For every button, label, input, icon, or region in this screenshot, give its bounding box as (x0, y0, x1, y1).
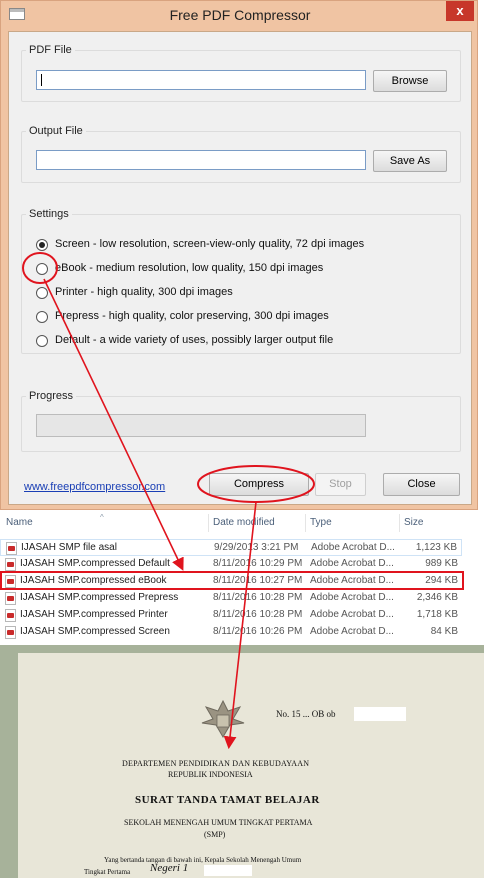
certificate-paper: No. 15 ... OB ob DEPARTEMEN PENDIDIKAN D… (18, 653, 484, 878)
file-size: 2,346 KB (416, 592, 458, 603)
output-file-input[interactable] (36, 150, 366, 170)
file-date: 9/29/2013 3:21 PM (214, 542, 299, 553)
file-date: 8/11/2016 10:29 PM (213, 558, 303, 569)
close-button[interactable]: Close (383, 473, 460, 496)
settings-label: Settings (26, 208, 72, 220)
option-ebook-label: eBook - medium resolution, low quality, … (55, 262, 324, 274)
app-window: Free PDF Compressor x PDF File Browse Ou… (0, 0, 478, 510)
file-size: 1,718 KB (416, 609, 458, 620)
column-header-name[interactable]: Name (6, 517, 33, 528)
radio-default[interactable] (36, 335, 48, 347)
file-type: Adobe Acrobat D... (310, 592, 394, 603)
file-row[interactable]: IJASAH SMP.compressed Prepress 8/11/2016… (0, 590, 462, 607)
window-title: Free PDF Compressor (169, 7, 311, 23)
pdf-file-icon (5, 626, 16, 639)
file-type: Adobe Acrobat D... (310, 575, 394, 586)
radio-printer[interactable] (36, 287, 48, 299)
file-row[interactable]: IJASAH SMP.compressed Default 8/11/2016 … (0, 556, 462, 573)
pdf-file-icon (5, 575, 16, 588)
file-name: IJASAH SMP.compressed eBook (20, 575, 167, 586)
file-row[interactable]: IJASAH SMP file asal 9/29/2013 3:21 PM A… (0, 539, 462, 556)
pdf-file-icon (5, 609, 16, 622)
certificate-number: No. 15 ... OB ob (276, 709, 336, 719)
compress-button[interactable]: Compress (209, 473, 309, 496)
window-close-button[interactable]: x (446, 1, 474, 21)
save-as-button[interactable]: Save As (373, 150, 447, 172)
file-row[interactable]: IJASAH SMP.compressed Printer 8/11/2016 … (0, 607, 462, 624)
file-type: Adobe Acrobat D... (310, 558, 394, 569)
body-line-2: Tingkat Pertama (84, 868, 131, 876)
pdf-file-icon (5, 592, 16, 605)
radio-prepress[interactable] (36, 311, 48, 323)
file-name: IJASAH SMP.compressed Screen (20, 626, 170, 637)
handwritten-entry: Negeri 1 (150, 862, 189, 874)
file-explorer-list: Name ^ Date modified Type Size IJASAH SM… (0, 511, 484, 644)
file-type: Adobe Acrobat D... (310, 626, 394, 637)
file-date: 8/11/2016 10:26 PM (213, 626, 303, 637)
title-bar[interactable]: Free PDF Compressor x (1, 1, 479, 31)
file-type: Adobe Acrobat D... (311, 542, 395, 553)
redacted-box (204, 865, 252, 876)
file-type: Adobe Acrobat D... (310, 609, 394, 620)
file-date: 8/11/2016 10:28 PM (213, 592, 303, 603)
sort-chevron-icon: ^ (100, 513, 104, 522)
progress-label: Progress (26, 390, 77, 402)
file-name: IJASAH SMP.compressed Printer (20, 609, 168, 620)
stop-button[interactable]: Stop (315, 473, 366, 496)
output-file-label: Output File (26, 125, 86, 137)
text-caret (41, 74, 42, 86)
certificate-title: SURAT TANDA TAMAT BELAJAR (135, 794, 320, 806)
pdf-file-icon (6, 542, 17, 555)
option-default-label: Default - a wide variety of uses, possib… (55, 334, 334, 346)
pdf-file-label: PDF File (26, 44, 75, 56)
column-separator (305, 514, 306, 532)
redacted-box (354, 707, 406, 721)
file-name: IJASAH SMP file asal (21, 542, 117, 553)
file-size: 1,123 KB (415, 542, 457, 553)
option-screen-label: Screen - low resolution, screen-view-onl… (55, 238, 365, 250)
pdf-file-icon (5, 558, 16, 571)
client-area: PDF File Browse Output File Save As Sett… (8, 31, 472, 505)
file-date: 8/11/2016 10:27 PM (213, 575, 303, 586)
option-prepress-label: Prepress - high quality, color preservin… (55, 310, 329, 322)
file-row-ebook[interactable]: IJASAH SMP.compressed eBook 8/11/2016 10… (0, 573, 462, 590)
radio-ebook[interactable] (36, 263, 48, 275)
radio-screen[interactable] (36, 239, 48, 251)
file-size: 294 KB (425, 575, 458, 586)
document-preview: No. 15 ... OB ob DEPARTEMEN PENDIDIKAN D… (0, 645, 484, 878)
column-header-size[interactable]: Size (404, 517, 423, 528)
file-size: 989 KB (425, 558, 458, 569)
progress-bar (36, 414, 366, 437)
website-link[interactable]: www.freepdfcompressor.com (24, 481, 165, 493)
pdf-file-input[interactable] (36, 70, 366, 90)
option-printer-label: Printer - high quality, 300 dpi images (55, 286, 233, 298)
column-header-type[interactable]: Type (310, 517, 332, 528)
republic-line: REPUBLIK INDONESIA (168, 770, 253, 779)
file-date: 8/11/2016 10:28 PM (213, 609, 303, 620)
column-header-date[interactable]: Date modified (213, 517, 275, 528)
column-separator (399, 514, 400, 532)
file-name: IJASAH SMP.compressed Prepress (20, 592, 179, 603)
body-line-1: Yang bertanda tangan di bawah ini, Kepal… (104, 856, 302, 864)
browse-button[interactable]: Browse (373, 70, 447, 92)
ministry-line: DEPARTEMEN PENDIDIKAN DAN KEBUDAYAAN (122, 759, 310, 768)
file-row[interactable]: IJASAH SMP.compressed Screen 8/11/2016 1… (0, 624, 462, 641)
column-separator (208, 514, 209, 532)
emblem-icon (201, 699, 245, 738)
school-abbr: (SMP) (204, 830, 226, 839)
school-type-line: SEKOLAH MENENGAH UMUM TINGKAT PERTAMA (124, 818, 313, 827)
file-size: 84 KB (430, 626, 458, 637)
settings-group (21, 214, 461, 354)
file-name: IJASAH SMP.compressed Default (20, 558, 170, 569)
